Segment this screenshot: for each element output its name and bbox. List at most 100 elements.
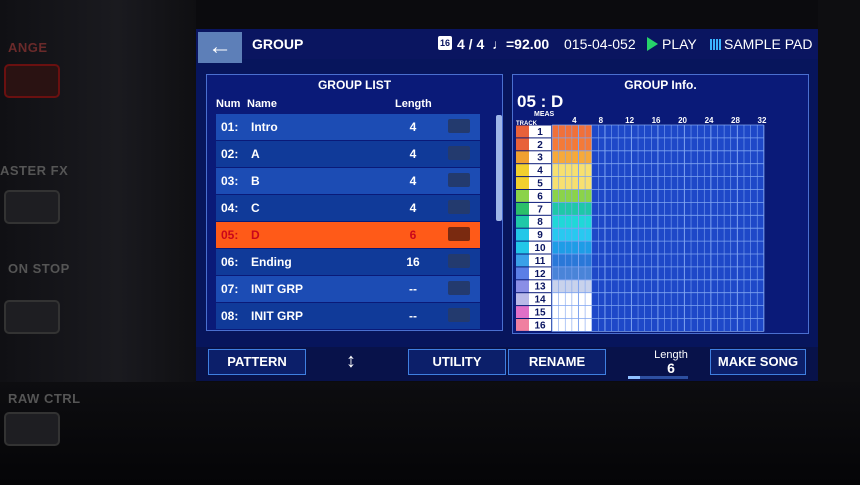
length-value[interactable]: 6 [631,360,711,376]
device-screen: ← GROUP 16 4 / 4 ♩=92.00 015-04-052 PLAY… [196,29,818,381]
track-color-stripe [516,202,529,215]
row-length: 16 [406,255,420,269]
row-length: 6 [409,228,417,242]
make-song-button[interactable]: MAKE SONG [710,349,806,375]
speaker-icon[interactable] [448,227,470,241]
row-name: INIT GRP [251,309,304,323]
track-number: 6 [537,191,543,202]
measure-tick-label: 20 [678,116,687,125]
updown-arrow-icon[interactable]: ↕ [346,350,356,373]
measure-tick-label: 12 [625,116,634,125]
utility-button[interactable]: UTILITY [408,349,506,375]
bottom-bar: PATTERN ↕ UTILITY RENAME Length 6 MAKE S… [196,347,818,381]
group-list-row[interactable]: 08: INIT GRP -- [216,303,480,329]
track-number: 10 [534,243,546,254]
rename-button[interactable]: RENAME [508,349,606,375]
measure-tick-label: 4 [572,116,577,125]
track-color-stripe [516,215,529,228]
length-bar-fill [628,376,640,379]
track-number: 9 [537,230,543,241]
row-number: 08: [221,309,239,323]
track-color-stripe [516,164,529,177]
track-number: 3 [537,153,543,164]
track-number: 8 [537,217,543,228]
row-number: 02: [221,147,239,161]
row-length: 4 [409,147,417,161]
track-number: 2 [537,140,543,151]
row-name: C [251,201,260,215]
speaker-icon[interactable] [448,173,470,187]
hardware-button[interactable] [4,300,60,334]
track-number: 4 [537,166,543,177]
track-color-stripe [516,138,529,151]
hardware-button[interactable] [4,64,60,98]
track-color-stripe [516,267,529,280]
measure-tick-label: 8 [599,116,604,125]
speaker-icon[interactable] [448,200,470,214]
row-name: Intro [251,120,278,134]
row-number: 04: [221,201,239,215]
track-color-stripe [516,190,529,202]
row-length: -- [409,282,417,296]
measure-tick-label: 24 [705,116,714,125]
group-info-panel: GROUP Info. 05 : D MEAS TRACK 4 8 12 16 20 24… [512,74,809,334]
row-name: INIT GRP [251,282,304,296]
song-position: 015-04-052 [564,36,636,52]
hardware-button[interactable] [4,412,60,446]
speaker-icon[interactable] [448,146,470,160]
hardware-label: RAW CTRL [8,391,81,406]
speaker-icon[interactable] [448,119,470,133]
hardware-label: ANGE [8,40,48,55]
row-length: 4 [409,120,417,134]
time-signature: 4 / 4 [457,36,485,52]
track-color-stripe [516,241,529,254]
row-number: 06: [221,255,239,269]
speaker-icon[interactable] [448,308,470,322]
speaker-icon[interactable] [448,281,470,295]
row-length: -- [409,309,417,323]
col-name-header: Name [247,98,277,110]
row-name: A [251,147,260,161]
measure-tick-label: 28 [731,116,740,125]
track-color-stripe [516,228,529,241]
track-color-stripe [516,254,529,267]
track-color-stripe [516,151,529,164]
track-color-stripe [516,177,529,189]
row-number: 05: [221,228,239,242]
track-color-stripe [516,293,529,306]
track-color-stripe [516,306,529,318]
list-scrollbar[interactable] [496,115,502,221]
track-number: 1 [537,127,543,138]
group-list-row[interactable]: 03: B 4 [216,168,480,194]
track-number: 5 [537,179,543,190]
pattern-button[interactable]: PATTERN [208,349,306,375]
hardware-label: ASTER FX [0,163,69,178]
row-length: 4 [409,201,417,215]
measure-tick-label: 16 [652,116,661,125]
hardware-bottom-panel [0,382,860,485]
track-number: 11 [535,256,546,267]
hardware-button[interactable] [4,190,60,224]
screen-title: GROUP [252,36,304,52]
group-list-row[interactable]: 05: D 6 [216,222,480,248]
group-list-row[interactable]: 02: A 4 [216,141,480,167]
group-list-row[interactable]: 06: Ending 16 [216,249,480,275]
group-list-row[interactable]: 04: C 4 [216,195,480,221]
track-number: 7 [537,204,543,215]
sample-pad-icon [710,39,721,50]
sample-pad-mode[interactable]: SAMPLE PAD [724,36,812,52]
back-arrow-icon[interactable]: ← [198,32,242,63]
measure-grid[interactable]: 4 8 12 16 20 24 28 3212345678910111213141516 [513,75,808,333]
row-length: 4 [409,174,417,188]
row-number: 03: [221,174,239,188]
top-bar: ← GROUP 16 4 / 4 ♩=92.00 015-04-052 PLAY… [196,29,818,63]
row-name: D [251,228,260,242]
beat-indicator: 16 [438,36,452,50]
tempo: ♩=92.00 [492,36,550,52]
track-color-stripe [516,280,529,293]
track-color-stripe [516,125,529,138]
hardware-label: ON STOP [8,261,70,276]
group-list-row[interactable]: 01: Intro 4 [216,114,480,140]
group-list-row[interactable]: 07: INIT GRP -- [216,276,480,302]
speaker-icon[interactable] [448,254,470,268]
